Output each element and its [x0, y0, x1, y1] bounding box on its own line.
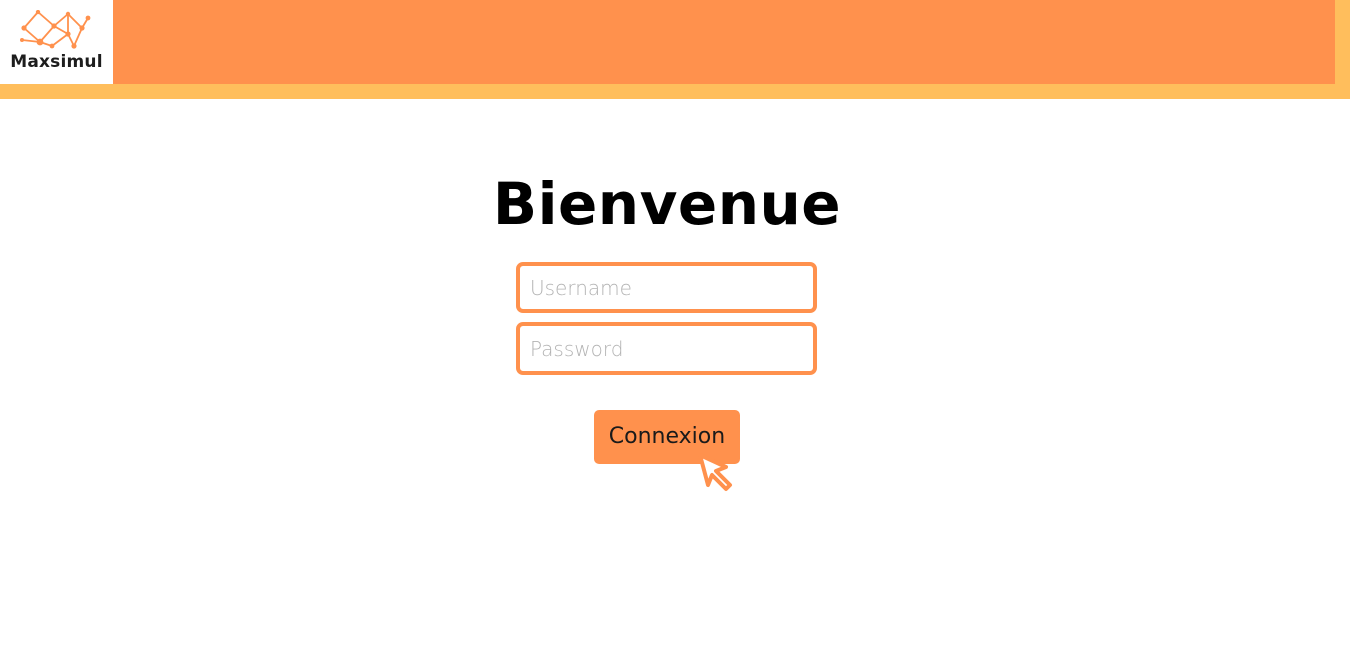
username-input[interactable]: [516, 262, 817, 313]
logo[interactable]: Maxsimul: [0, 0, 113, 84]
login-page: Maxsimul Bienvenue Connexion: [0, 0, 1350, 650]
page-title: Bienvenue: [492, 170, 842, 238]
logo-text: Maxsimul: [10, 52, 103, 72]
header-bar: [113, 0, 1335, 84]
password-input[interactable]: [516, 322, 817, 375]
network-nodes-icon: [20, 10, 91, 49]
pointer-cursor-icon: [698, 453, 732, 491]
